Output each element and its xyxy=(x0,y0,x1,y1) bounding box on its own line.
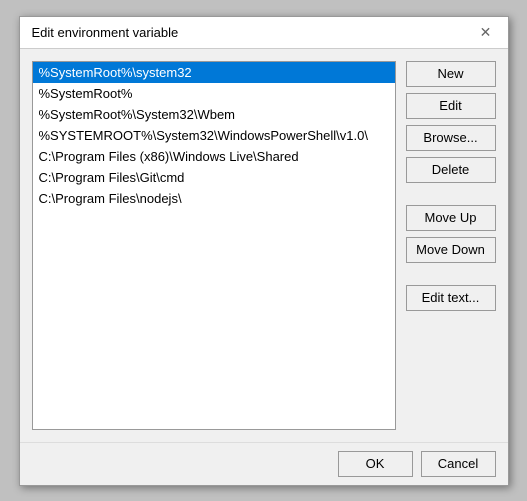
browse-button[interactable]: Browse... xyxy=(406,125,496,151)
list-item[interactable]: %SystemRoot%\system32 xyxy=(33,62,395,83)
list-item[interactable]: C:\Program Files\Git\cmd xyxy=(33,167,395,188)
edit-button[interactable]: Edit xyxy=(406,93,496,119)
title-bar: Edit environment variable ✕ xyxy=(20,17,508,49)
button-panel: New Edit Browse... Delete Move Up Move D… xyxy=(406,61,496,430)
list-item[interactable]: %SYSTEMROOT%\System32\WindowsPowerShell\… xyxy=(33,125,395,146)
ok-button[interactable]: OK xyxy=(338,451,413,477)
close-button[interactable]: ✕ xyxy=(476,22,496,42)
cancel-button[interactable]: Cancel xyxy=(421,451,496,477)
list-item[interactable]: C:\Program Files\nodejs\ xyxy=(33,188,395,209)
env-variable-list[interactable]: %SystemRoot%\system32%SystemRoot%%System… xyxy=(32,61,396,430)
list-item[interactable]: %SystemRoot%\System32\Wbem xyxy=(33,104,395,125)
edit-text-button[interactable]: Edit text... xyxy=(406,285,496,311)
new-button[interactable]: New xyxy=(406,61,496,87)
dialog-title: Edit environment variable xyxy=(32,25,179,40)
edit-env-variable-dialog: Edit environment variable ✕ %SystemRoot%… xyxy=(19,16,509,486)
dialog-content: %SystemRoot%\system32%SystemRoot%%System… xyxy=(20,49,508,442)
spacer-1 xyxy=(406,189,496,199)
list-item[interactable]: %SystemRoot% xyxy=(33,83,395,104)
move-down-button[interactable]: Move Down xyxy=(406,237,496,263)
dialog-footer: OK Cancel xyxy=(20,442,508,485)
move-up-button[interactable]: Move Up xyxy=(406,205,496,231)
delete-button[interactable]: Delete xyxy=(406,157,496,183)
spacer-2 xyxy=(406,269,496,279)
list-item[interactable]: C:\Program Files (x86)\Windows Live\Shar… xyxy=(33,146,395,167)
